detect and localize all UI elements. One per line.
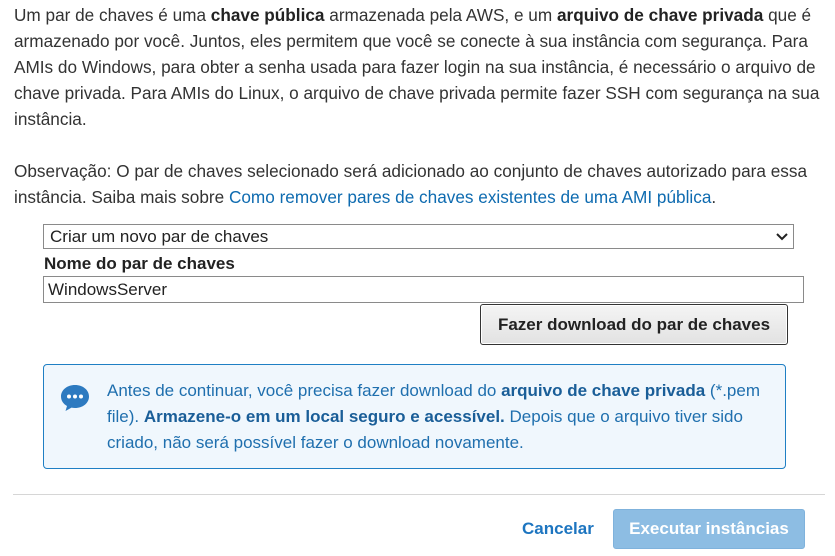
keypair-name-label: Nome do par de chaves — [44, 254, 235, 273]
launch-instances-button[interactable]: Executar instâncias — [613, 509, 805, 549]
info-text: Antes de continuar, você precisa fazer d… — [107, 381, 502, 400]
keypair-select-value: Criar um novo par de chaves — [50, 227, 269, 246]
info-bold-store: Armazene-o em um local seguro e acessíve… — [143, 407, 505, 426]
keypair-name-input[interactable]: WindowsServer — [43, 276, 804, 303]
note-paragraph: Observação: O par de chaves selecionado … — [14, 158, 826, 210]
cancel-button[interactable]: Cancelar — [522, 518, 594, 540]
keypair-select[interactable]: Criar um novo par de chaves — [43, 224, 794, 249]
download-keypair-button[interactable]: Fazer download do par de chaves — [480, 304, 788, 345]
note-end: . — [711, 187, 717, 207]
chevron-down-icon — [776, 233, 788, 241]
intro-paragraph: Um par de chaves é uma chave pública arm… — [14, 2, 826, 132]
intro-text: Um par de chaves é uma — [14, 5, 211, 25]
intro-text: armazenada pela AWS, e um — [324, 5, 557, 25]
info-alert-text: Antes de continuar, você precisa fazer d… — [107, 378, 777, 456]
info-alert: Antes de continuar, você precisa fazer d… — [43, 364, 786, 469]
intro-bold-public-key: chave pública — [210, 5, 325, 25]
footer-divider — [13, 494, 825, 495]
intro-bold-private-key: arquivo de chave privada — [556, 5, 764, 25]
remove-keypairs-link[interactable]: Como remover pares de chaves existentes … — [229, 187, 711, 207]
chat-bubble-icon — [61, 385, 89, 411]
info-bold-private-key: arquivo de chave privada — [501, 381, 706, 400]
